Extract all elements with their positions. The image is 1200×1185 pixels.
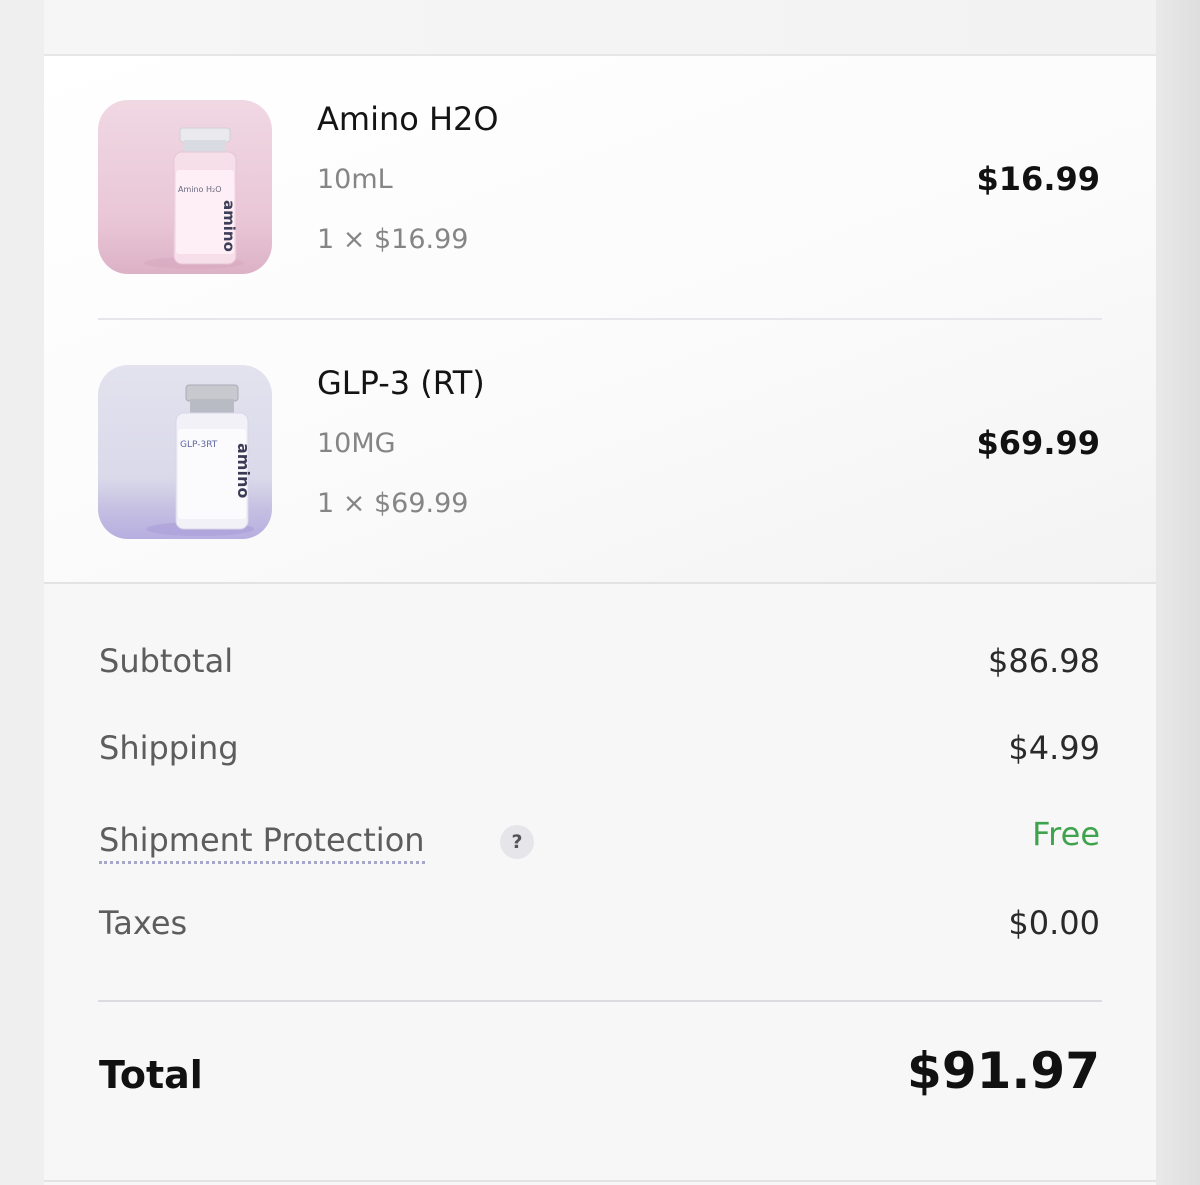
left-gutter bbox=[0, 0, 44, 1185]
product-thumbnail: Amino H₂O amino bbox=[98, 100, 272, 274]
product-line-price: $69.99 bbox=[976, 424, 1100, 462]
question-mark-icon[interactable]: ? bbox=[500, 825, 534, 859]
taxes-label: Taxes bbox=[99, 904, 188, 942]
subtotal-value: $86.98 bbox=[988, 642, 1100, 680]
total-value: $91.97 bbox=[907, 1042, 1100, 1100]
taxes-value: $0.00 bbox=[1008, 904, 1100, 942]
panel-header-strip bbox=[44, 0, 1156, 56]
shipment-protection-value: Free bbox=[1032, 815, 1100, 853]
cart-item: GLP-3RT amino GLP-3 (RT) 10MG 1 × $69.99… bbox=[44, 320, 1156, 584]
cost-summary: Subtotal $86.98 Shipping $4.99 Shipment … bbox=[44, 584, 1156, 1185]
subtotal-label: Subtotal bbox=[99, 642, 234, 680]
order-summary-panel: Amino H₂O amino Amino H2O 10mL 1 × $16.9… bbox=[44, 0, 1156, 1185]
vial-label-text: Amino H₂O bbox=[178, 185, 222, 194]
vial-image: GLP-3RT amino bbox=[146, 384, 254, 536]
bottom-divider bbox=[44, 1180, 1156, 1182]
product-variant: 10mL bbox=[317, 164, 393, 195]
vial-brand-text: amino bbox=[220, 200, 238, 252]
shipping-value: $4.99 bbox=[1008, 729, 1100, 767]
vial-brand-text: amino bbox=[234, 443, 253, 498]
cart-item: Amino H₂O amino Amino H2O 10mL 1 × $16.9… bbox=[44, 56, 1156, 320]
product-name[interactable]: Amino H2O bbox=[317, 100, 499, 138]
summary-divider bbox=[98, 1000, 1102, 1002]
product-variant: 10MG bbox=[317, 428, 396, 459]
shipment-protection-text[interactable]: Shipment Protection bbox=[99, 821, 425, 864]
total-label: Total bbox=[99, 1053, 203, 1097]
right-gutter bbox=[1156, 0, 1200, 1185]
shipment-protection-label[interactable]: Shipment Protection bbox=[99, 821, 425, 864]
product-quantity-line: 1 × $16.99 bbox=[317, 224, 469, 255]
vial-label-text: GLP-3RT bbox=[180, 440, 218, 450]
product-line-price: $16.99 bbox=[976, 160, 1100, 198]
vial-image: Amino H₂O amino bbox=[144, 127, 244, 269]
product-thumbnail: GLP-3RT amino bbox=[98, 365, 272, 539]
cart-items-list: Amino H₂O amino Amino H2O 10mL 1 × $16.9… bbox=[44, 56, 1156, 584]
shipping-label: Shipping bbox=[99, 729, 239, 767]
product-quantity-line: 1 × $69.99 bbox=[317, 488, 469, 519]
product-name[interactable]: GLP-3 (RT) bbox=[317, 364, 485, 402]
